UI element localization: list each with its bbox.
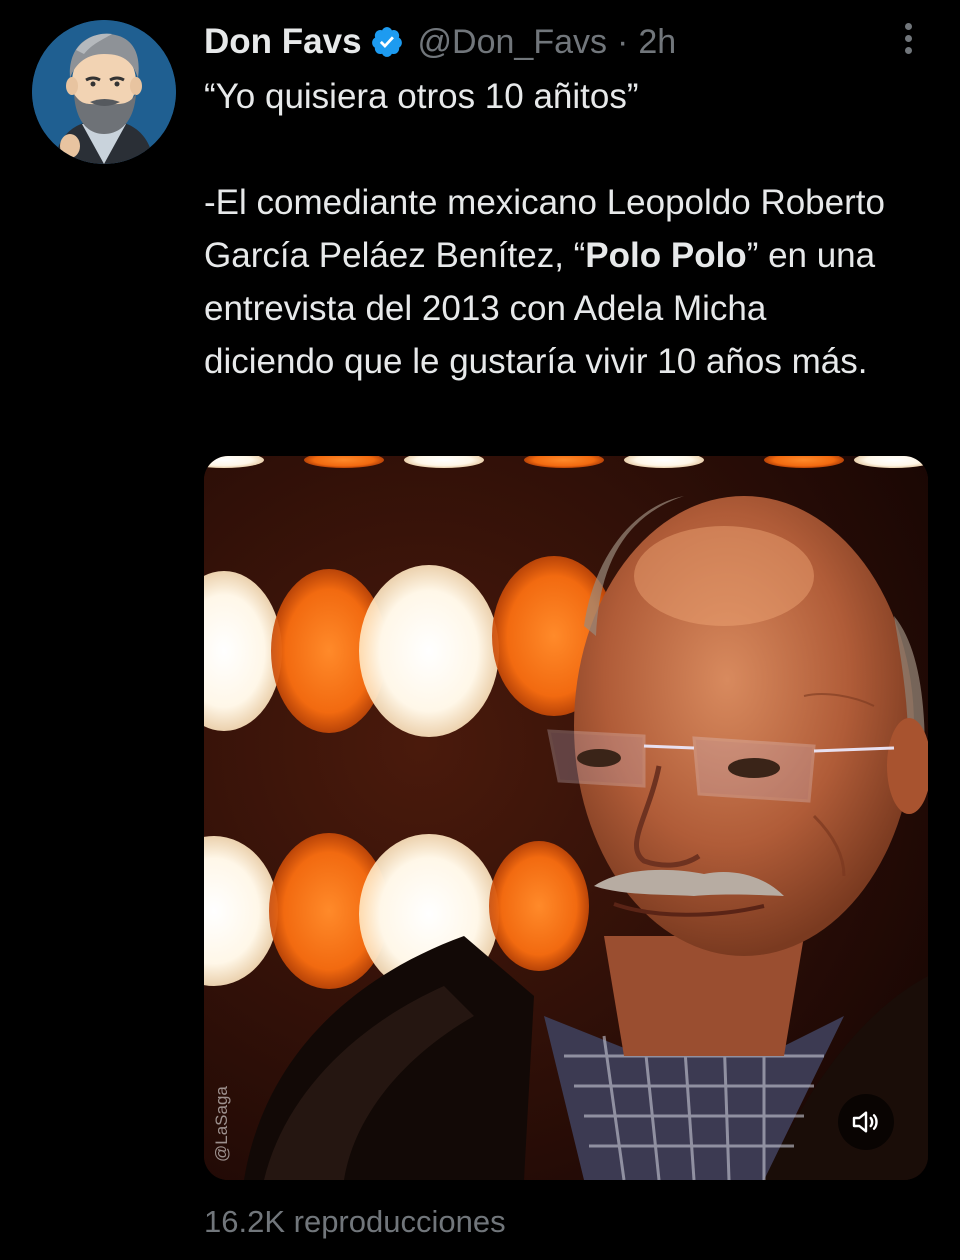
- author-handle[interactable]: @Don_Favs: [418, 23, 607, 62]
- tweet-text-bold: Polo Polo: [585, 236, 747, 275]
- video-frame: [204, 456, 928, 1180]
- tweet-text-line: “Yo quisiera otros 10 añitos”: [204, 77, 639, 116]
- video-watermark: @LaSaga: [212, 1086, 231, 1162]
- view-count: 16.2K reproducciones: [204, 1204, 506, 1239]
- cartoon-bearded-man-avatar: [32, 20, 176, 164]
- tweet-text-paragraph: -El comediante mexicano Leopoldo Roberto…: [204, 176, 904, 388]
- tweet-timestamp[interactable]: 2h: [638, 23, 676, 62]
- author-avatar[interactable]: [32, 20, 176, 164]
- more-vertical-icon[interactable]: [888, 16, 928, 60]
- tweet[interactable]: Don Favs @Don_Favs · 2h “Yo quisiera otr…: [0, 0, 960, 1260]
- verified-badge-icon: [370, 25, 404, 59]
- tweet-text: “Yo quisiera otros 10 añitos” -El comedi…: [204, 70, 904, 388]
- author-display-name[interactable]: Don Favs: [204, 22, 362, 62]
- tweet-video[interactable]: @LaSaga: [204, 456, 928, 1180]
- volume-muted-icon[interactable]: [838, 1094, 894, 1150]
- tweet-header: Don Favs @Don_Favs · 2h: [204, 20, 676, 64]
- header-separator: ·: [617, 22, 629, 61]
